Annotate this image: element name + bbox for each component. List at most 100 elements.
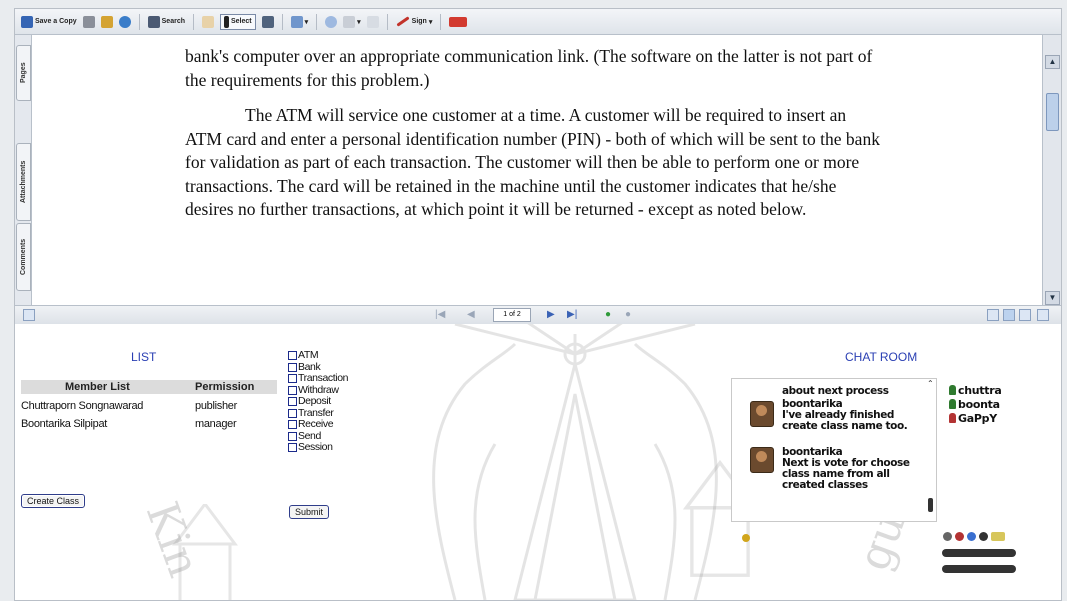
member-permission: manager [195, 418, 237, 430]
app-window: Save a Copy Search Select ▾ ▾ Sign ▾ Pag… [14, 8, 1062, 601]
toolbar-divider [193, 13, 194, 30]
user-list-item[interactable]: GaPpY [949, 412, 1001, 426]
magnifier-icon [325, 15, 338, 28]
emoticon-icon[interactable] [943, 532, 952, 541]
emoticon-icon[interactable] [955, 532, 964, 541]
snapshot-button[interactable] [261, 15, 274, 28]
document-scrollbar[interactable]: ▲ ▼ [1042, 35, 1061, 305]
toolbar-divider [440, 13, 442, 30]
chevron-down-icon: ▾ [357, 18, 361, 26]
email-button[interactable] [100, 15, 113, 28]
user-icon [949, 385, 956, 395]
chat-message: I've already finished create class name … [782, 409, 908, 432]
class-label: Deposit [298, 395, 331, 407]
adobe-tools-button[interactable] [449, 16, 468, 27]
sign-label: Sign [411, 18, 427, 25]
zoom-button[interactable] [325, 15, 338, 28]
chat-message: Next is vote for choose class name from … [782, 457, 910, 491]
select-tool-button[interactable]: Select [220, 13, 256, 30]
member-name[interactable]: Boontarika Silpipat [21, 418, 107, 430]
collaboration-app: Kin gue LIST Member List Permission Chut… [15, 324, 1061, 600]
member-name[interactable]: Chuttraporn Songnawarad [21, 400, 143, 412]
binoculars-icon [147, 15, 160, 28]
user-name: boonta [958, 398, 1000, 411]
user-list-item[interactable]: chuttra [949, 384, 1002, 398]
status-dot-icon [742, 534, 750, 542]
document-paragraph: The ATM will service one customer at a t… [185, 105, 880, 219]
select-label: Select [231, 18, 252, 25]
tab-attachments[interactable]: Attachments [16, 143, 31, 221]
document-view[interactable]: bank's computer over an appropriate comm… [32, 35, 1042, 305]
tab-attachments-label: Attachments [20, 160, 27, 204]
scroll-thumb[interactable] [1046, 93, 1059, 131]
checkbox[interactable] [288, 362, 297, 372]
continuous-view-icon[interactable] [1003, 309, 1015, 321]
chat-send-control[interactable] [942, 565, 1016, 573]
checkbox[interactable] [288, 351, 297, 361]
document-paragraph: bank's computer over an appropriate comm… [185, 46, 873, 90]
create-class-button[interactable]: Create Class [21, 494, 86, 508]
class-checkbox-item[interactable]: ATM [288, 349, 348, 362]
class-checkbox-item[interactable]: Transaction [288, 372, 348, 385]
checkbox[interactable] [288, 385, 297, 395]
class-label: Receive [298, 418, 334, 430]
continuous-facing-view-icon[interactable] [1037, 309, 1049, 321]
user-name: chuttra [958, 384, 1002, 397]
class-checkbox-item[interactable]: Receive [288, 418, 348, 431]
chat-scroll-up-icon[interactable]: ⌃ [927, 379, 934, 388]
facing-view-icon[interactable] [1019, 309, 1031, 321]
print-button[interactable] [82, 15, 95, 28]
next-view-icon[interactable]: ● [625, 309, 631, 321]
tab-pages[interactable]: Pages [16, 45, 31, 101]
chat-user-list: chuttra boonta GaPpY [949, 384, 1002, 426]
page-size-icon[interactable] [23, 309, 35, 321]
page-layout-button[interactable]: ▾ [290, 15, 309, 28]
emoticon-icon[interactable] [991, 532, 1005, 541]
emoticon-icon[interactable] [967, 532, 976, 541]
emoticon-icon[interactable] [979, 532, 988, 541]
tab-comments[interactable]: Comments [16, 223, 31, 291]
single-page-view-icon[interactable] [987, 309, 999, 321]
rotate-button[interactable]: ▾ [343, 15, 361, 28]
checkbox[interactable] [288, 443, 297, 453]
text-cursor-icon [224, 15, 229, 28]
checkbox[interactable] [288, 431, 297, 441]
chevron-down-icon: ▾ [304, 18, 309, 26]
pen-icon [396, 16, 410, 27]
fit-page-button[interactable] [366, 15, 379, 28]
checkbox[interactable] [288, 408, 297, 418]
first-page-icon[interactable]: |◀ [435, 309, 445, 321]
submit-button[interactable]: Submit [289, 505, 330, 519]
chat-input-field[interactable] [942, 549, 1016, 557]
tab-pages-label: Pages [20, 62, 27, 84]
page-icon [290, 15, 303, 28]
scroll-down-icon[interactable]: ▼ [1045, 291, 1060, 305]
chat-messages[interactable]: about next process boontarika I've alrea… [731, 378, 937, 522]
previous-page-icon[interactable]: ◀ [467, 309, 475, 321]
permission-column-header: Permission [195, 381, 255, 393]
user-icon [949, 413, 956, 423]
rotate-icon [343, 15, 356, 28]
last-page-icon[interactable]: ▶| [567, 309, 577, 321]
save-copy-button[interactable]: Save a Copy [21, 15, 77, 28]
class-checkbox-item[interactable]: Session [288, 441, 348, 454]
sign-button[interactable]: Sign ▾ [396, 16, 432, 27]
hand-tool-button[interactable] [202, 15, 214, 28]
class-checkbox-item[interactable]: Deposit [288, 395, 348, 408]
printer-icon [82, 15, 95, 28]
checkbox[interactable] [288, 397, 297, 407]
page-number-field[interactable]: 1 of 2 [493, 308, 531, 322]
checkbox[interactable] [288, 420, 297, 430]
toolbar-divider [386, 13, 388, 30]
chat-scroll-thumb[interactable] [928, 498, 933, 512]
user-list-item[interactable]: boonta [949, 398, 1001, 412]
search-button[interactable]: Search [147, 15, 185, 28]
next-page-icon[interactable]: ▶ [547, 309, 555, 321]
scroll-up-icon[interactable]: ▲ [1045, 55, 1060, 69]
list-title: LIST [131, 350, 157, 364]
previous-view-icon[interactable]: ● [605, 309, 611, 321]
checkbox[interactable] [288, 374, 297, 384]
class-label: Session [298, 441, 333, 453]
web-button[interactable] [118, 15, 131, 28]
tab-comments-label: Comments [20, 238, 27, 276]
